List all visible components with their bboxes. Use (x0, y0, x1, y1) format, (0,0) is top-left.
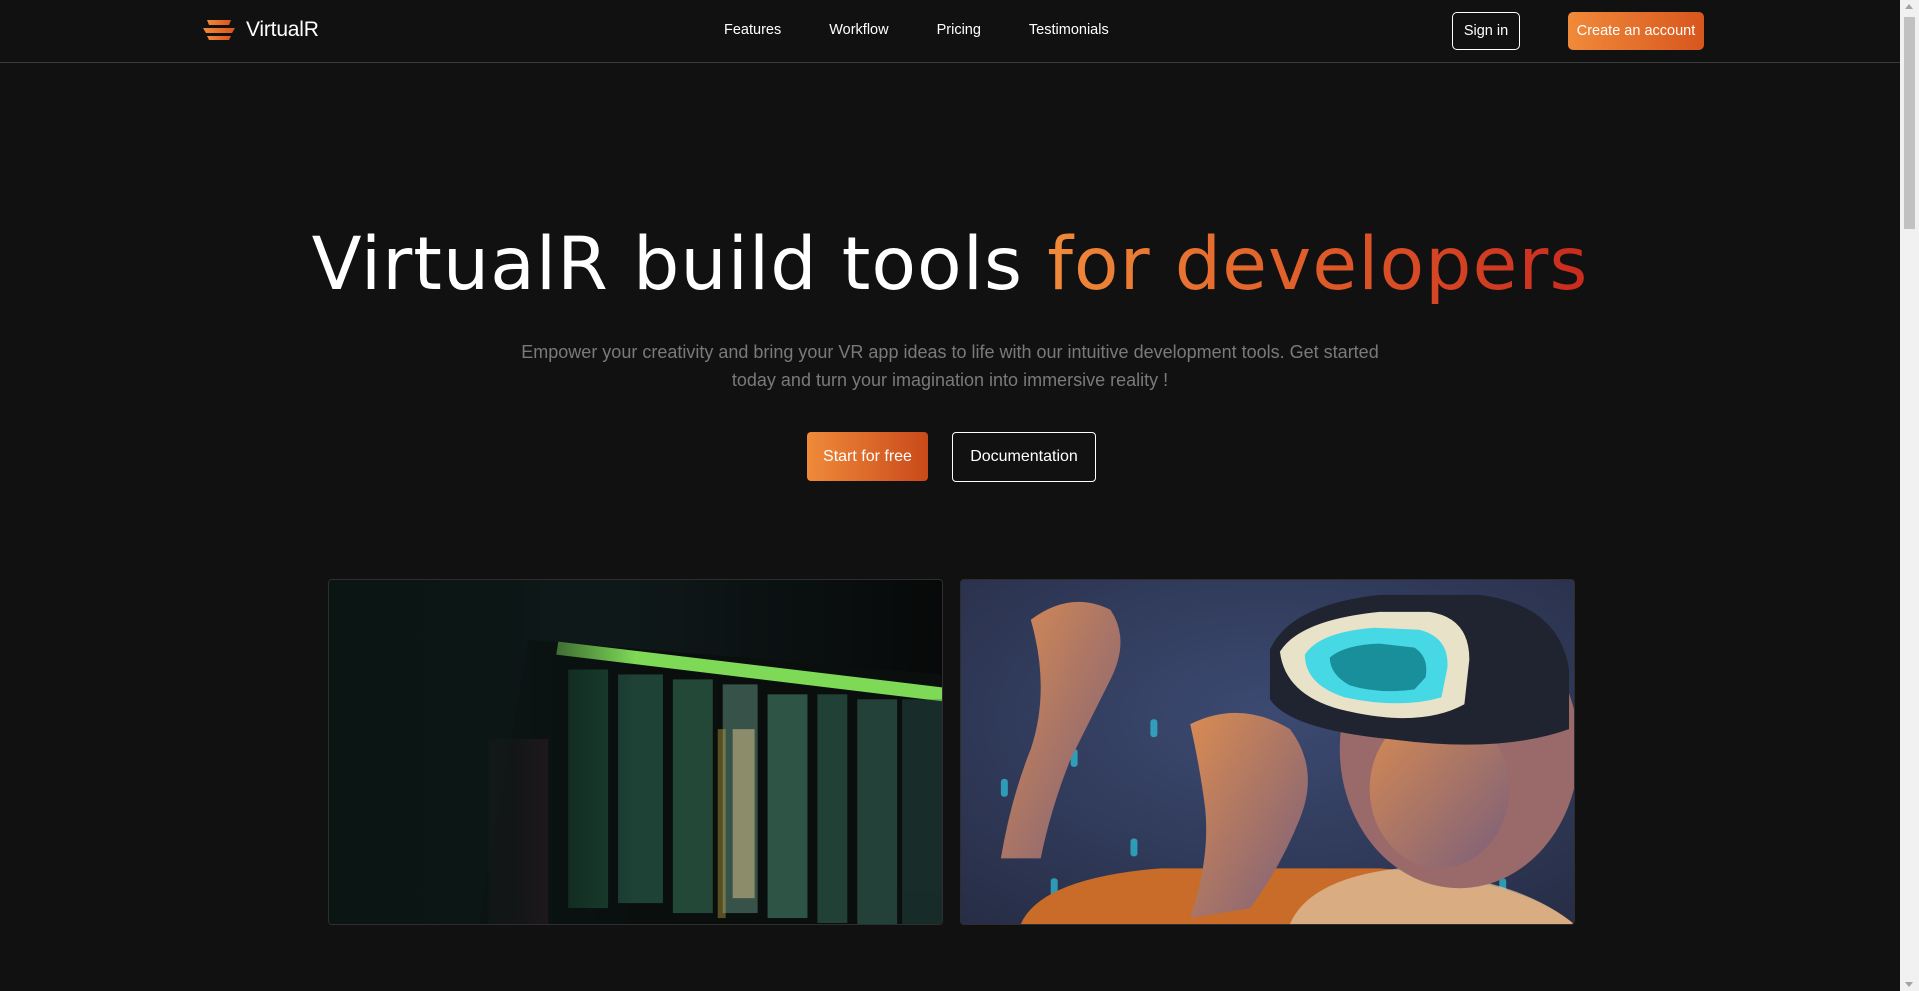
hero-title-accent: for developers (1047, 222, 1589, 307)
nav-link-features[interactable]: Features (724, 22, 781, 38)
create-account-button[interactable]: Create an account (1568, 12, 1704, 50)
nav-link-workflow[interactable]: Workflow (829, 22, 888, 38)
nav-links: Features Workflow Pricing Testimonials (724, 22, 1109, 38)
nav-link-testimonials[interactable]: Testimonials (1029, 22, 1109, 38)
navbar: VirtualR Features Workflow Pricing Testi… (0, 0, 1900, 63)
vr-headset-photo-icon (961, 580, 1574, 924)
brand-logo[interactable]: VirtualR (202, 17, 319, 43)
page-scrollbar[interactable] (1900, 0, 1919, 991)
start-for-free-button[interactable]: Start for free (807, 432, 928, 481)
scrollbar-thumb[interactable] (1904, 17, 1915, 229)
hero-subtitle: Empower your creativity and bring your V… (521, 342, 1379, 390)
hero-title: VirtualR build tools for developers (0, 222, 1900, 308)
hero-title-plain: VirtualR build tools (311, 222, 1048, 307)
logo-icon (203, 20, 235, 40)
scroll-up-icon[interactable] (1905, 4, 1913, 9)
brand-name: VirtualR (246, 18, 319, 41)
terminal-photo-icon (329, 580, 942, 924)
code-terminal-image (328, 579, 943, 925)
nav-link-pricing[interactable]: Pricing (937, 22, 981, 38)
sign-in-button[interactable]: Sign in (1452, 12, 1520, 50)
scroll-down-icon[interactable] (1905, 982, 1913, 987)
vr-headset-image (960, 579, 1575, 925)
documentation-button[interactable]: Documentation (952, 432, 1096, 482)
